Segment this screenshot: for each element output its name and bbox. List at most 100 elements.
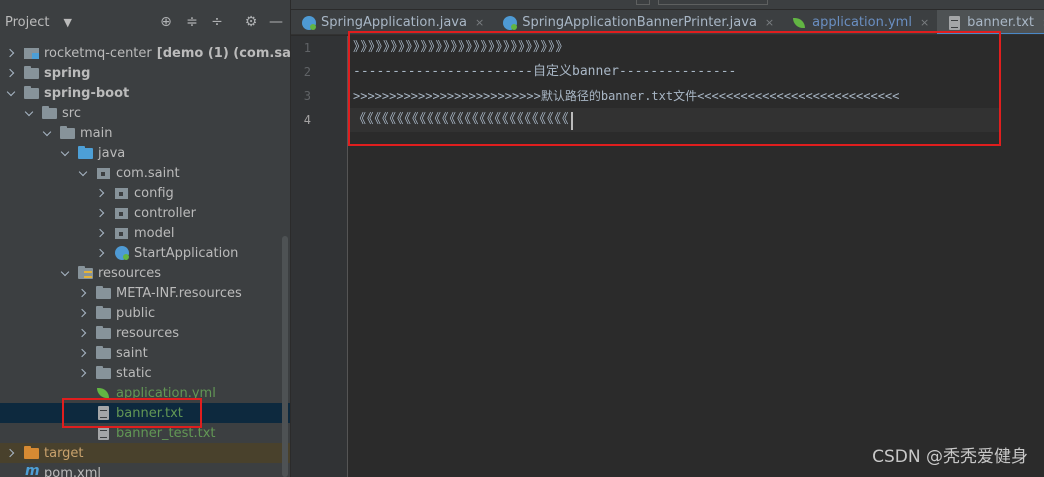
tab-label: SpringApplicationBannerPrinter.java	[522, 15, 757, 30]
minimize-icon[interactable]: —	[267, 13, 285, 31]
tab-label: SpringApplication.java	[321, 15, 467, 30]
project-panel-title[interactable]: Project	[5, 15, 49, 30]
package-icon	[96, 166, 112, 180]
folder-icon	[24, 66, 40, 80]
tree-item[interactable]: main	[0, 123, 290, 143]
tree-item-label: rocketmq-center	[44, 45, 152, 61]
folder-orange-icon	[24, 446, 40, 460]
folder-res-icon	[78, 266, 94, 280]
spring-class-icon	[114, 246, 130, 260]
folder-icon	[96, 326, 112, 340]
run-config-fragment	[658, 0, 768, 5]
close-icon[interactable]: ×	[765, 16, 774, 29]
tree-scrollbar[interactable]	[282, 236, 288, 477]
folder-icon	[24, 86, 40, 100]
tree-item[interactable]: java	[0, 143, 290, 163]
triangle-down-icon[interactable]: ▼	[63, 16, 71, 29]
leaf-icon	[792, 16, 808, 30]
tree-item-label: saint	[116, 345, 148, 361]
tree-item[interactable]: m pom.xml	[0, 463, 290, 477]
tree-item-label: StartApplication	[134, 245, 239, 261]
chevron-down-icon[interactable]	[42, 127, 54, 139]
package-icon	[114, 226, 130, 240]
tree-item[interactable]: com.saint	[0, 163, 290, 183]
tree-item-label: resources	[116, 325, 180, 341]
tree-item[interactable]: model	[0, 223, 290, 243]
line-number-gutter: 1 2 3 4	[291, 36, 347, 477]
spring-class-icon	[502, 15, 518, 30]
tree-item-label: META-INF.resources	[116, 285, 242, 301]
chevron-right-icon[interactable]	[78, 307, 90, 319]
tree-item-label: spring-boot	[44, 85, 130, 101]
expand-all-icon[interactable]: ≑	[183, 13, 201, 31]
chevron-right-icon[interactable]	[96, 247, 108, 259]
tree-item-label: java	[98, 145, 126, 161]
chevron-right-icon[interactable]	[96, 207, 108, 219]
tab-label: banner.txt	[967, 15, 1035, 30]
chevron-right-icon[interactable]	[78, 287, 90, 299]
tree-item[interactable]: saint	[0, 343, 290, 363]
annotation-box-editor	[348, 31, 1001, 146]
tree-item-label: target	[44, 445, 84, 461]
chevron-down-icon[interactable]	[6, 87, 18, 99]
collapse-all-icon[interactable]: ÷	[208, 13, 226, 31]
close-icon[interactable]: ×	[475, 16, 484, 29]
tree-item[interactable]: public	[0, 303, 290, 323]
maven-icon: m	[25, 463, 40, 477]
tree-item[interactable]: target	[0, 443, 290, 463]
chevron-right-icon[interactable]	[96, 187, 108, 199]
line-number: 1	[303, 41, 311, 55]
chevron-right-icon[interactable]	[6, 447, 18, 459]
tree-item[interactable]: static	[0, 363, 290, 383]
tree-item[interactable]: config	[0, 183, 290, 203]
txtfile-icon	[947, 15, 963, 30]
line-number: 3	[303, 89, 311, 103]
tree-item[interactable]: controller	[0, 203, 290, 223]
folder-icon	[96, 306, 112, 320]
watermark: CSDN @秃秃爱健身	[872, 447, 1028, 467]
chevron-down-icon[interactable]	[78, 167, 90, 179]
tree-item[interactable]: src	[0, 103, 290, 123]
close-icon[interactable]: ×	[920, 16, 929, 29]
chevron-right-icon[interactable]	[6, 47, 18, 59]
module-icon	[24, 46, 40, 60]
tree-item[interactable]: rocketmq-center[demo (1) (com.saint)]	[0, 43, 290, 63]
tree-item[interactable]: META-INF.resources	[0, 283, 290, 303]
spring-class-icon	[301, 15, 317, 30]
chevron-right-icon[interactable]	[6, 67, 18, 79]
tree-item-label: pom.xml	[44, 465, 101, 477]
tree-item-label: config	[134, 185, 174, 201]
line-number: 2	[303, 65, 311, 79]
tab-label: application.yml	[812, 15, 912, 30]
chevron-right-icon[interactable]	[78, 327, 90, 339]
folder-icon	[96, 286, 112, 300]
tree-item-label: spring	[44, 65, 91, 81]
tree-item-label: src	[62, 105, 81, 121]
tree-item[interactable]: spring-boot	[0, 83, 290, 103]
locate-icon[interactable]: ⊕	[157, 13, 175, 31]
chevron-right-icon[interactable]	[78, 367, 90, 379]
folder-icon	[42, 106, 58, 120]
annotation-box-banner-file	[62, 398, 202, 428]
chevron-down-icon[interactable]	[60, 267, 72, 279]
tree-item-label: main	[80, 125, 113, 141]
chevron-down-icon[interactable]	[60, 147, 72, 159]
txtfile-icon	[96, 426, 112, 440]
tree-item[interactable]: resources	[0, 323, 290, 343]
tree-item-module-info: [demo (1) (com.saint)]	[156, 45, 290, 61]
tree-item-label: public	[116, 305, 156, 321]
folder-icon	[96, 346, 112, 360]
gear-icon[interactable]: ⚙	[242, 13, 260, 31]
chevron-down-icon[interactable]	[24, 107, 36, 119]
tree-item[interactable]: StartApplication	[0, 243, 290, 263]
chevron-right-icon[interactable]	[96, 227, 108, 239]
project-panel-header: Project ▼ ⊕ ≑ ÷ ⚙ —	[0, 9, 290, 35]
tree-item-label: com.saint	[116, 165, 180, 181]
folder-icon	[96, 366, 112, 380]
chevron-right-icon[interactable]	[78, 347, 90, 359]
tree-item[interactable]: spring	[0, 63, 290, 83]
tree-item[interactable]: resources	[0, 263, 290, 283]
folder-blue-icon	[78, 146, 94, 160]
toolbar-fragment	[636, 0, 650, 5]
